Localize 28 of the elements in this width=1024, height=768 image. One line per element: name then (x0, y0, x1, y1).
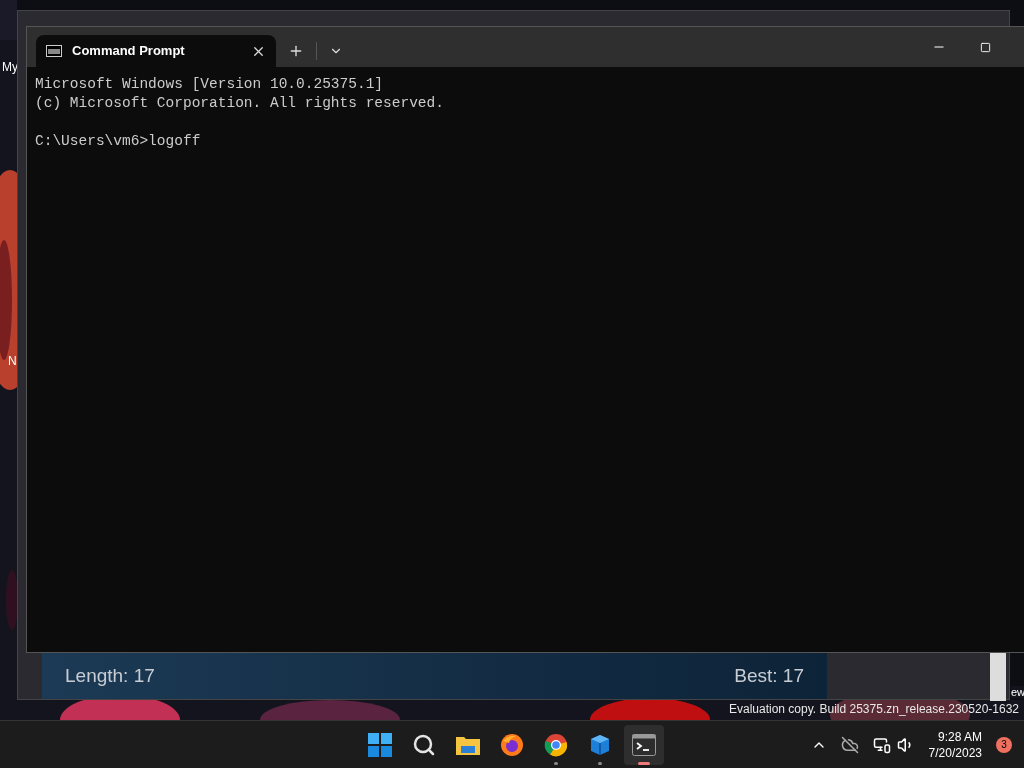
console-icon (46, 45, 62, 57)
console-line: Microsoft Windows [Version 10.0.25375.1] (35, 75, 385, 94)
network-icon[interactable] (872, 735, 891, 754)
browser-fox-icon (500, 732, 524, 757)
active-indicator (638, 761, 650, 765)
browser-circle-icon (544, 732, 568, 757)
tab[interactable]: Command Prompt (36, 35, 276, 67)
console-line: (c) Microsoft Corporation. All rights reserved. (35, 94, 445, 113)
cloud-off-icon[interactable] (840, 735, 859, 754)
maximize-icon[interactable] (980, 41, 991, 53)
search-icon (412, 732, 436, 757)
watermark-text: Evaluation copy. Build 25375.zn_release.230520-1632 (729, 701, 1019, 718)
best-text: Best: 17 (734, 663, 804, 688)
new-tab-icon[interactable] (288, 43, 304, 59)
date-text: 7/20/2023 (928, 744, 982, 761)
running-indicator (598, 761, 602, 765)
tab-title: Command Prompt (72, 42, 186, 61)
time-text: 9:28 AM (937, 728, 982, 745)
windows-logo-icon (368, 732, 392, 757)
scrollbar (990, 653, 1006, 701)
console-line: C:\Users\vm6>logoff (35, 132, 202, 151)
clock[interactable]: 9:28 AM 7/20/2023 (928, 728, 982, 761)
length-text: Length: 17 (65, 663, 155, 688)
cubes-icon (589, 732, 611, 757)
notification-badge[interactable]: 3 (996, 736, 1012, 753)
running-indicator (554, 761, 558, 765)
taskbar-app[interactable] (624, 724, 664, 765)
terminal-icon (632, 733, 656, 756)
